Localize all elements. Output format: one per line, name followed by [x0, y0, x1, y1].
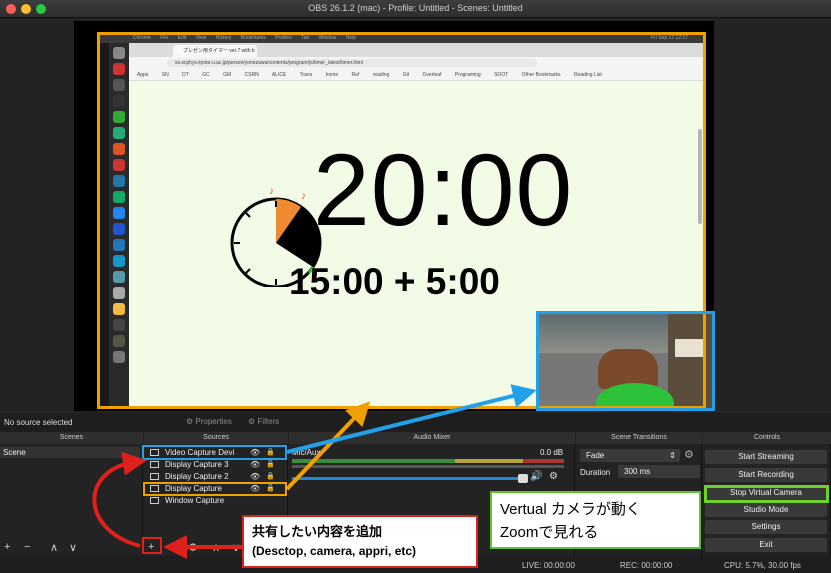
- blue-arrow: [286, 384, 537, 454]
- add-source-note: 共有したい内容を追加 (Desctop, camera, appri, etc): [242, 515, 478, 568]
- note-line: 共有したい内容を追加: [252, 524, 383, 539]
- virtual-camera-note: Vertual カメラが動く Zoomで見れる: [490, 491, 701, 549]
- red-arrow: [92, 451, 147, 548]
- annotation-arrows: [92, 384, 537, 559]
- note-line: Zoomで見れる: [500, 524, 599, 541]
- note-line: (Desctop, camera, appri, etc): [252, 544, 417, 558]
- note-line: Vertual カメラが動く: [500, 501, 641, 518]
